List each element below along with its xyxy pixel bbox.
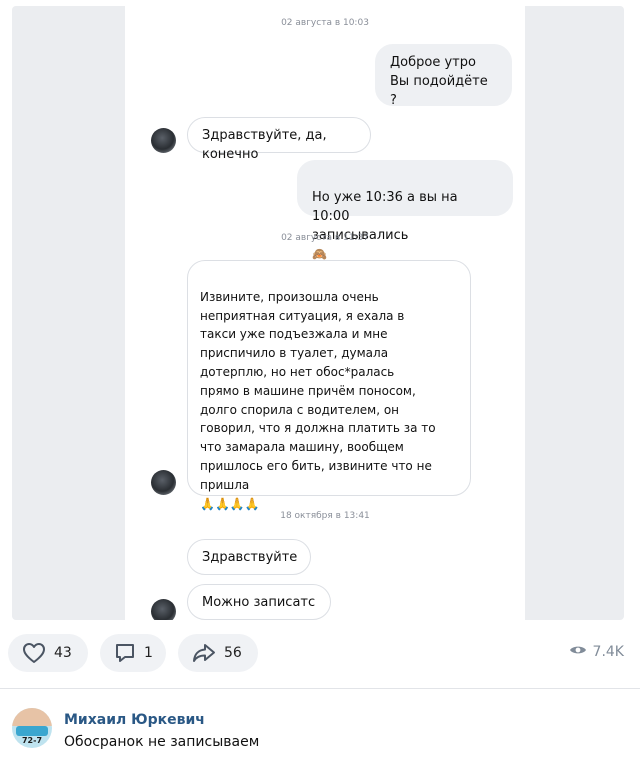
eye-icon [569, 644, 587, 660]
comment-icon [114, 642, 136, 664]
message-incoming: Здравствуйте, да, конечно [187, 117, 371, 162]
comment-button[interactable]: 1 [100, 634, 166, 672]
message-text: Извините, произошла очень неприятная сит… [200, 289, 436, 492]
message-incoming: Здравствуйте [187, 539, 311, 575]
post: 02 августа в 10:03 Доброе утро Вы подойд… [0, 0, 640, 758]
heart-icon [22, 642, 46, 664]
date-separator: 02 августа в 10:03 [281, 18, 369, 28]
message-outgoing: Но уже 10:36 а вы на 10:00 записывались … [297, 160, 513, 261]
sender-avatar [151, 128, 176, 153]
comment-count: 1 [144, 645, 153, 661]
views-counter: 7.4K [569, 644, 624, 660]
share-button[interactable]: 56 [178, 634, 258, 672]
commenter-avatar[interactable]: 72-7 [12, 708, 52, 748]
date-separator: 18 октября в 13:41 [280, 511, 370, 521]
share-count: 56 [224, 645, 242, 661]
sender-avatar [151, 470, 176, 495]
chat-screenshot[interactable]: 02 августа в 10:03 Доброе утро Вы подойд… [12, 6, 624, 620]
comment-author-link[interactable]: Михаил Юркевич [64, 712, 205, 728]
like-button[interactable]: 43 [8, 634, 88, 672]
message-incoming: Можно записатс [187, 584, 331, 620]
comment-text: Обосранок не записываем [64, 734, 260, 750]
message-outgoing: Доброе утро Вы подойдёте ? [375, 44, 512, 108]
date-separator: 02 августа в 11:37 [281, 233, 369, 243]
share-icon [192, 642, 216, 664]
views-count: 7.4K [592, 644, 624, 660]
divider [0, 688, 640, 689]
like-count: 43 [54, 645, 72, 661]
message-incoming: Извините, произошла очень неприятная сит… [187, 260, 471, 511]
chat-window: 02 августа в 10:03 Доброе утро Вы подойд… [125, 6, 525, 620]
sender-avatar [151, 599, 176, 620]
